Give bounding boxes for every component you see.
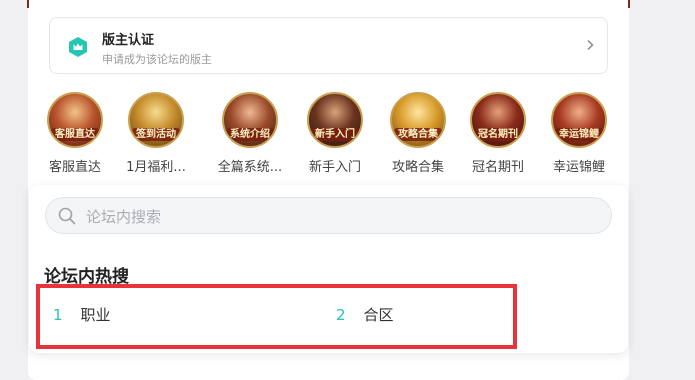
shortcut-thumbnail: 新手入门 (307, 92, 363, 148)
shortcut-thumbnail: 签到活动 (128, 92, 184, 148)
shortcut-signin-event[interactable]: 签到活动 1月福利... (120, 92, 192, 175)
card-edge-left (27, 0, 29, 8)
shortcut-caption: 全篇系统... (217, 160, 283, 175)
shortcut-caption: 攻略合集 (391, 160, 444, 175)
shortcut-badge: 客服直达 (51, 128, 99, 141)
shortcut-badge: 系统介绍 (226, 128, 274, 141)
shortcut-badge: 幸运锦鲤 (555, 128, 603, 141)
card-edge-right (628, 0, 630, 8)
shortcut-sponsored-journal[interactable]: 冠名期刊 冠名期刊 (462, 92, 534, 175)
search-icon (58, 207, 76, 225)
shortcut-customer-service[interactable]: 客服直达 客服直达 (39, 92, 111, 175)
shortcut-caption: 冠名期刊 (471, 160, 524, 175)
chevron-right-icon (587, 39, 594, 51)
shortcut-caption: 幸运锦鲤 (552, 160, 605, 175)
shortcut-caption: 1月福利... (126, 160, 186, 175)
shortcut-badge: 签到活动 (132, 128, 180, 141)
shortcut-grid: 客服直达 客服直达 签到活动 1月福利... 系统介绍 全篇系统... 新手入门… (40, 92, 620, 182)
highlight-box (36, 284, 517, 349)
search-input[interactable] (84, 198, 588, 235)
shortcut-beginner-guide[interactable]: 新手入门 新手入门 (299, 92, 371, 175)
shortcut-badge: 攻略合集 (394, 128, 442, 141)
shortcut-system-intro[interactable]: 系统介绍 全篇系统... (214, 92, 286, 175)
shortcut-caption: 客服直达 (48, 160, 101, 175)
shortcut-strategy-collection[interactable]: 攻略合集 攻略合集 (382, 92, 454, 175)
shortcut-badge: 冠名期刊 (474, 128, 522, 141)
shortcut-thumbnail: 系统介绍 (222, 92, 278, 148)
shortcut-thumbnail: 攻略合集 (390, 92, 446, 148)
moderator-subtitle: 申请成为该论坛的版主 (102, 53, 212, 66)
crown-shield-icon (69, 37, 87, 57)
shortcut-thumbnail: 冠名期刊 (470, 92, 526, 148)
search-box[interactable] (45, 197, 612, 235)
shortcut-thumbnail: 客服直达 (47, 92, 103, 148)
moderator-apply-card[interactable]: 版主认证 申请成为该论坛的版主 (49, 17, 608, 74)
shortcut-thumbnail: 幸运锦鲤 (551, 92, 607, 148)
moderator-title: 版主认证 (102, 33, 155, 48)
shortcut-caption: 新手入门 (308, 160, 361, 175)
shortcut-lucky-koi[interactable]: 幸运锦鲤 幸运锦鲤 (543, 92, 615, 175)
shortcut-badge: 新手入门 (311, 128, 359, 141)
